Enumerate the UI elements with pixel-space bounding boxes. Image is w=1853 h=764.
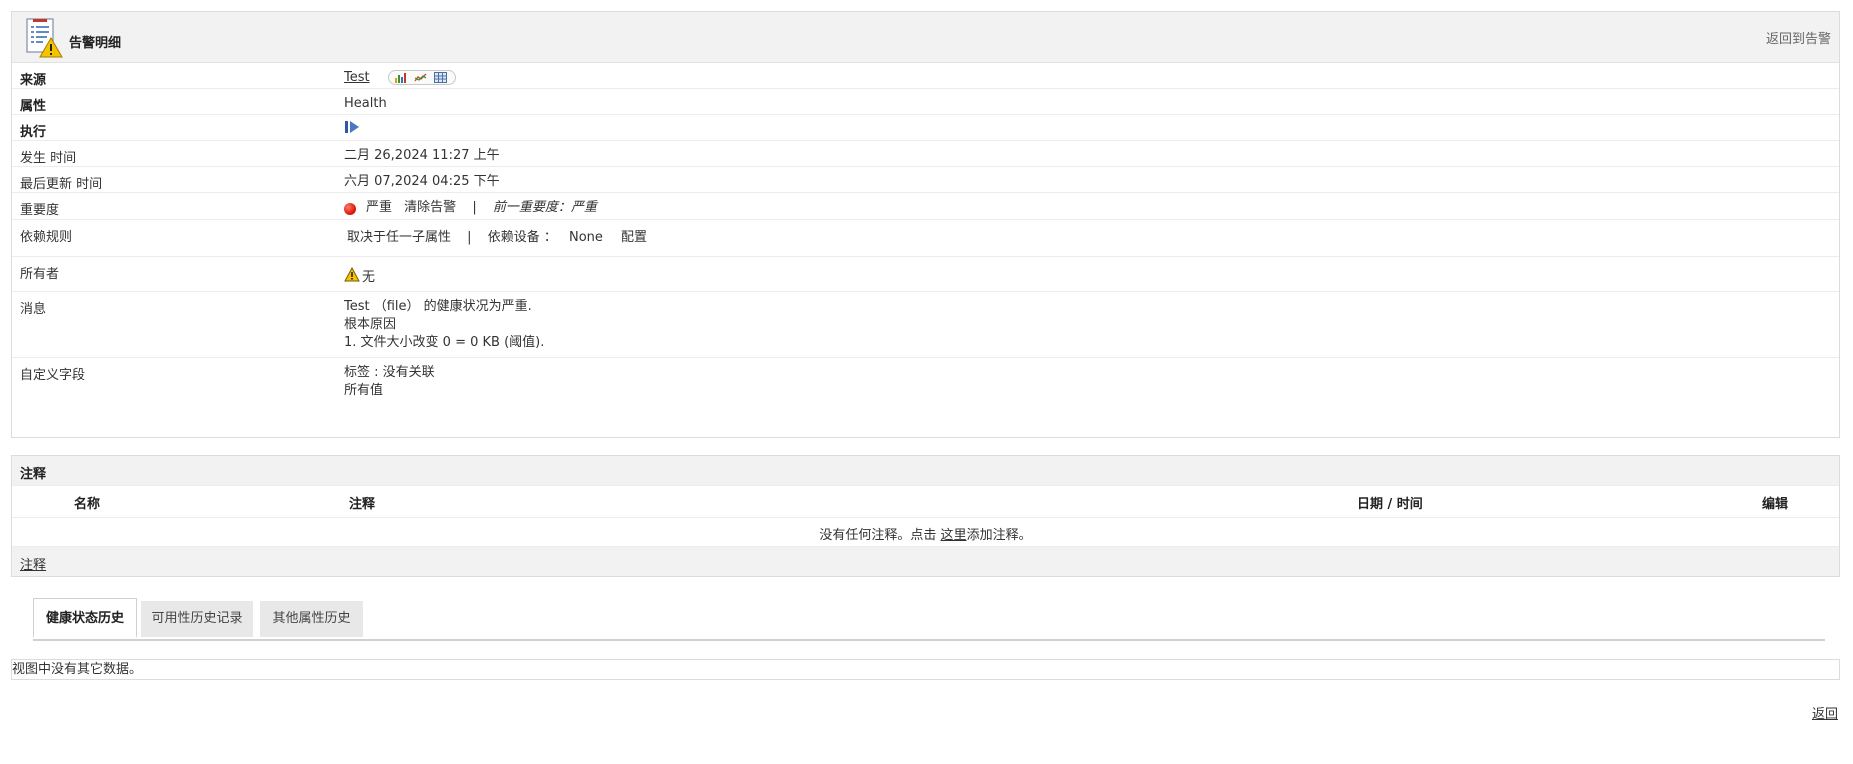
severity-value: 严重 xyxy=(366,200,393,215)
last-update-value: 六月 07,2024 04:25 下午 xyxy=(344,174,500,189)
occurred-time-row: 发生 时间 二月 26,2024 11:27 上午 xyxy=(12,141,1839,167)
dependency-row: 依赖规则 取决于任一子属性 | 依赖设备 ： None 配置 xyxy=(12,220,1839,257)
notes-title: 注释 xyxy=(20,467,47,482)
dependency-value-container: 取决于任一子属性 | 依赖设备 ： None 配置 xyxy=(347,229,647,247)
table-icon[interactable] xyxy=(434,72,448,85)
message-line: 根本原因 xyxy=(344,317,397,332)
severity-row: 重要度 严重 清除告警 | 前一重要度：严重 xyxy=(12,193,1839,220)
occurred-time-value: 二月 26,2024 11:27 上午 xyxy=(344,148,500,163)
tab-health-history[interactable]: 健康状态历史 xyxy=(33,598,137,638)
tab-availability-history[interactable]: 可用性历史记录 xyxy=(141,601,253,637)
message-row: 消息 Test （file） 的健康状况为严重. 根本原因 1. 文件大小改变 … xyxy=(12,292,1839,358)
custom-field-line: 所有值 xyxy=(344,383,384,398)
custom-fields-row: 自定义字段 标签 : 没有关联 所有值 xyxy=(12,358,1839,408)
alarm-detail-panel: 告警明细 返回到告警 来源 Test 属性 Health 执行 发生 时间 二月… xyxy=(11,11,1840,438)
configure-link[interactable]: 配置 xyxy=(621,230,647,245)
bottom-back-link[interactable]: 返回 xyxy=(1812,703,1838,722)
dependent-device-label: 依赖设备 ： xyxy=(487,230,557,245)
custom-fields-value: 标签 : 没有关联 所有值 xyxy=(344,364,435,400)
custom-fields-label: 自定义字段 xyxy=(20,368,86,383)
page-title: 告警明细 xyxy=(69,36,122,51)
severity-value-container: 严重 清除告警 | 前一重要度：严重 xyxy=(344,199,597,217)
column-header-edit: 编辑 xyxy=(1762,497,1789,512)
notes-footer: 注释 xyxy=(12,546,1839,576)
divider xyxy=(12,517,1839,518)
dependency-rule: 取决于任一子属性 xyxy=(347,230,452,245)
dependent-device-value: None xyxy=(568,230,603,245)
graph-icons-group xyxy=(387,70,457,85)
execute-label: 执行 xyxy=(20,125,47,140)
add-note-link[interactable]: 这里 xyxy=(941,528,967,543)
source-row: 来源 Test xyxy=(12,63,1839,89)
severity-label: 重要度 xyxy=(20,203,60,218)
column-header-name: 名称 xyxy=(74,497,101,512)
message-label: 消息 xyxy=(20,302,47,317)
attribute-label: 属性 xyxy=(20,99,47,114)
execute-row: 执行 xyxy=(12,115,1839,141)
source-label: 来源 xyxy=(20,73,47,88)
attribute-value: Health xyxy=(344,96,387,111)
critical-status-icon xyxy=(344,202,356,215)
notes-footer-link[interactable]: 注释 xyxy=(20,554,46,573)
source-value-container: Test xyxy=(344,69,457,87)
source-link[interactable]: Test xyxy=(344,70,370,85)
bar-chart-icon[interactable] xyxy=(394,72,407,85)
last-update-label: 最后更新 时间 xyxy=(20,177,103,192)
notes-empty-message: 没有任何注释。点击 这里添加注释。 xyxy=(12,524,1839,543)
dependency-label: 依赖规则 xyxy=(20,230,73,245)
separator: | xyxy=(472,200,477,215)
column-header-datetime: 日期 / 时间 xyxy=(1357,497,1423,512)
back-to-alarms-link[interactable]: 返回到告警 xyxy=(1766,28,1831,47)
message-value: Test （file） 的健康状况为严重. 根本原因 1. 文件大小改变 0 =… xyxy=(344,298,544,352)
execute-action-icon[interactable] xyxy=(344,120,360,140)
custom-field-line: 标签 : 没有关联 xyxy=(344,365,435,380)
owner-label: 所有者 xyxy=(20,267,60,282)
previous-severity: 前一重要度：严重 xyxy=(492,200,597,215)
notes-panel: 注释 名称 注释 日期 / 时间 编辑 没有任何注释。点击 这里添加注释。 注释 xyxy=(11,455,1840,577)
attribute-row: 属性 Health xyxy=(12,89,1839,115)
history-tabs: 健康状态历史 可用性历史记录 其他属性历史 xyxy=(33,597,1825,641)
last-update-row: 最后更新 时间 六月 07,2024 04:25 下午 xyxy=(12,167,1839,193)
clear-alarm-link[interactable]: 清除告警 xyxy=(404,200,456,215)
tab-other-attribute-history[interactable]: 其他属性历史 xyxy=(260,601,363,637)
column-header-note: 注释 xyxy=(349,497,376,512)
alarm-report-icon xyxy=(25,18,63,58)
separator: | xyxy=(467,230,472,245)
owner-value: 无 xyxy=(362,270,376,285)
message-line: Test （file） 的健康状况为严重. xyxy=(344,299,532,314)
no-data-message: 视图中没有其它数据。 xyxy=(11,659,1840,680)
message-line: 1. 文件大小改变 0 = 0 KB (阈值). xyxy=(344,335,545,350)
notes-empty-prefix: 没有任何注释。点击 xyxy=(819,528,941,543)
notes-empty-suffix: 添加注释。 xyxy=(966,528,1032,543)
line-chart-icon[interactable] xyxy=(414,72,427,85)
occurred-time-label: 发生 时间 xyxy=(20,151,77,166)
warning-icon xyxy=(344,266,360,288)
notes-header: 注释 xyxy=(12,456,1839,486)
owner-value-container: 无 xyxy=(344,266,376,288)
owner-row: 所有者 无 xyxy=(12,257,1839,292)
panel-header: 告警明细 返回到告警 xyxy=(12,12,1839,63)
